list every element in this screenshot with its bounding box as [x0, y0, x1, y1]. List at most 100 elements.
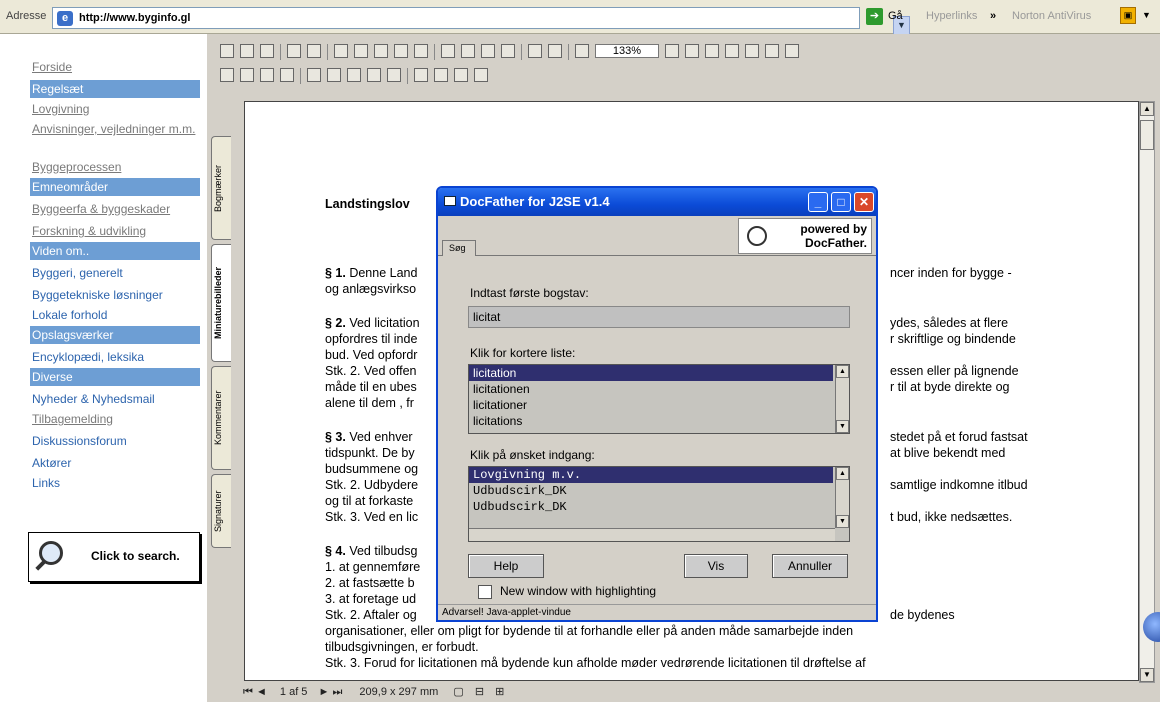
- forward-icon[interactable]: [548, 44, 562, 58]
- list-scrollbar[interactable]: ▲ ▼: [835, 365, 849, 433]
- nav-item[interactable]: Aktører: [30, 454, 200, 472]
- nav-item[interactable]: Nyheder & Nyhedsmail: [30, 390, 200, 408]
- scroll-thumb[interactable]: [1140, 120, 1154, 150]
- next-page-icon[interactable]: [481, 44, 495, 58]
- entry-list[interactable]: Lovgivning m.v. Udbudscirk_DK Udbudscirk_D…: [468, 466, 850, 542]
- single-page-icon[interactable]: ▢: [453, 686, 463, 698]
- nav-item[interactable]: Tilbagemelding: [30, 410, 200, 428]
- nav-item[interactable]: Byggeprocessen: [30, 158, 200, 176]
- nav-item[interactable]: Regelsæt: [30, 80, 200, 98]
- highlight-icon[interactable]: [347, 68, 361, 82]
- zoom-out-icon[interactable]: [575, 44, 589, 58]
- find-icon[interactable]: [334, 44, 348, 58]
- nav-item[interactable]: Diverse: [30, 368, 200, 386]
- help-button[interactable]: Help: [468, 554, 544, 578]
- hyperlinks-link[interactable]: Hyperlinks: [926, 10, 977, 22]
- chevron-down-icon[interactable]: ▼: [1142, 10, 1151, 20]
- text-select-icon[interactable]: [260, 68, 274, 82]
- zoom-tool-icon[interactable]: [240, 68, 254, 82]
- reflow-icon[interactable]: [745, 44, 759, 58]
- list-item[interactable]: licitationen: [469, 381, 833, 397]
- highlight-checkbox[interactable]: [478, 585, 492, 599]
- nav-item[interactable]: Forside: [30, 58, 200, 76]
- nav-item[interactable]: Viden om..: [30, 242, 200, 260]
- undo-icon[interactable]: [307, 44, 321, 58]
- stamp-icon[interactable]: [367, 68, 381, 82]
- actual-size-icon[interactable]: [685, 44, 699, 58]
- norton-antivirus-button[interactable]: Norton AntiVirus: [1012, 10, 1091, 22]
- scroll-down-icon[interactable]: ▼: [836, 515, 849, 528]
- scroll-down-icon[interactable]: ▼: [836, 420, 849, 433]
- nav-item[interactable]: Anvisninger, vejledninger m.m.: [30, 122, 200, 156]
- nav-item[interactable]: Lovgivning: [30, 100, 200, 118]
- address-input[interactable]: e http://www.byginfo.gl ▼: [52, 7, 910, 35]
- note-icon[interactable]: [307, 68, 321, 82]
- list-item[interactable]: licitations: [469, 413, 833, 429]
- page-tool-3-icon[interactable]: [454, 68, 468, 82]
- list-item[interactable]: licitationer: [469, 397, 833, 413]
- scroll-down-icon[interactable]: ▼: [1140, 668, 1154, 682]
- list-item[interactable]: Lovgivning m.v.: [469, 467, 833, 483]
- minimize-button[interactable]: _: [808, 192, 828, 212]
- next-page-icon[interactable]: ► ⏭: [319, 686, 343, 698]
- nav-item[interactable]: Forskning & udvikling: [30, 222, 200, 240]
- nav-item[interactable]: Lokale forhold: [30, 306, 200, 324]
- email-icon[interactable]: [260, 44, 274, 58]
- page-tool-1-icon[interactable]: [414, 68, 428, 82]
- prev-first-icon[interactable]: [441, 44, 455, 58]
- fit-page-icon[interactable]: [705, 44, 719, 58]
- nav-item[interactable]: Byggetekniske løsninger: [30, 286, 200, 304]
- search-button[interactable]: Click to search.: [28, 532, 200, 582]
- page-tool-2-icon[interactable]: [434, 68, 448, 82]
- list-item[interactable]: licitation: [469, 365, 833, 381]
- adobe-icon[interactable]: [785, 44, 799, 58]
- search-icon[interactable]: [354, 44, 368, 58]
- vis-button[interactable]: Vis: [684, 554, 748, 578]
- graphics-select-icon[interactable]: [280, 68, 294, 82]
- zoom-field[interactable]: 133%: [595, 44, 659, 58]
- scroll-up-icon[interactable]: ▲: [1140, 102, 1154, 116]
- fit-width-icon[interactable]: [725, 44, 739, 58]
- zoom-in-icon[interactable]: [665, 44, 679, 58]
- nav-item[interactable]: Diskussionsforum: [30, 432, 200, 450]
- save-icon[interactable]: [220, 44, 234, 58]
- norton-icon[interactable]: ▣: [1120, 7, 1136, 24]
- print-icon[interactable]: [240, 44, 254, 58]
- close-button[interactable]: ✕: [854, 192, 874, 212]
- nav-item[interactable]: Links: [30, 474, 200, 492]
- go-arrow-icon[interactable]: ➔: [866, 8, 883, 25]
- list-item[interactable]: Udbudscirk_DK: [469, 483, 833, 499]
- nav-item[interactable]: Emneområder: [30, 178, 200, 196]
- continuous-icon[interactable]: ⊟: [475, 686, 484, 698]
- nav-item[interactable]: Byggeerfa & byggeskader: [30, 200, 200, 218]
- list-item[interactable]: Udbudscirk_DK: [469, 499, 833, 515]
- tab-thumbnails[interactable]: Miniaturebilleder: [211, 244, 231, 362]
- nav-item[interactable]: Encyklopædi, leksika: [30, 348, 200, 366]
- prev-page-icon[interactable]: [461, 44, 475, 58]
- rotate-icon[interactable]: [765, 44, 779, 58]
- first-page-icon[interactable]: ⏮ ◄: [243, 686, 267, 698]
- tab-comments[interactable]: Kommentarer: [211, 366, 231, 470]
- back-icon[interactable]: [528, 44, 542, 58]
- tab-signatures[interactable]: Signaturer: [211, 474, 231, 548]
- last-icon[interactable]: [501, 44, 515, 58]
- nav-item[interactable]: Byggeri, generelt: [30, 264, 200, 282]
- tab-bookmarks[interactable]: Bogmærker: [211, 136, 231, 240]
- facing-icon[interactable]: ⊞: [495, 686, 504, 698]
- page-tool-4-icon[interactable]: [474, 68, 488, 82]
- vertical-scrollbar[interactable]: ▲ ▼: [1139, 101, 1155, 683]
- annuller-button[interactable]: Annuller: [772, 554, 848, 578]
- horizontal-scrollbar[interactable]: [469, 528, 835, 541]
- word-list[interactable]: licitation licitationen licitationer licita…: [468, 364, 850, 434]
- tab-search[interactable]: Søg: [442, 240, 476, 256]
- hand-tool-icon[interactable]: [220, 68, 234, 82]
- list-scrollbar[interactable]: ▲ ▼: [835, 467, 849, 528]
- sign-icon[interactable]: [387, 68, 401, 82]
- first-page-icon[interactable]: [374, 44, 388, 58]
- scroll-up-icon[interactable]: ▲: [836, 365, 849, 378]
- chevron-more-icon[interactable]: »: [990, 10, 996, 22]
- go-button[interactable]: Gå: [888, 10, 903, 22]
- copy-icon[interactable]: [287, 44, 301, 58]
- search-input[interactable]: licitat: [468, 306, 850, 328]
- maximize-button[interactable]: □: [831, 192, 851, 212]
